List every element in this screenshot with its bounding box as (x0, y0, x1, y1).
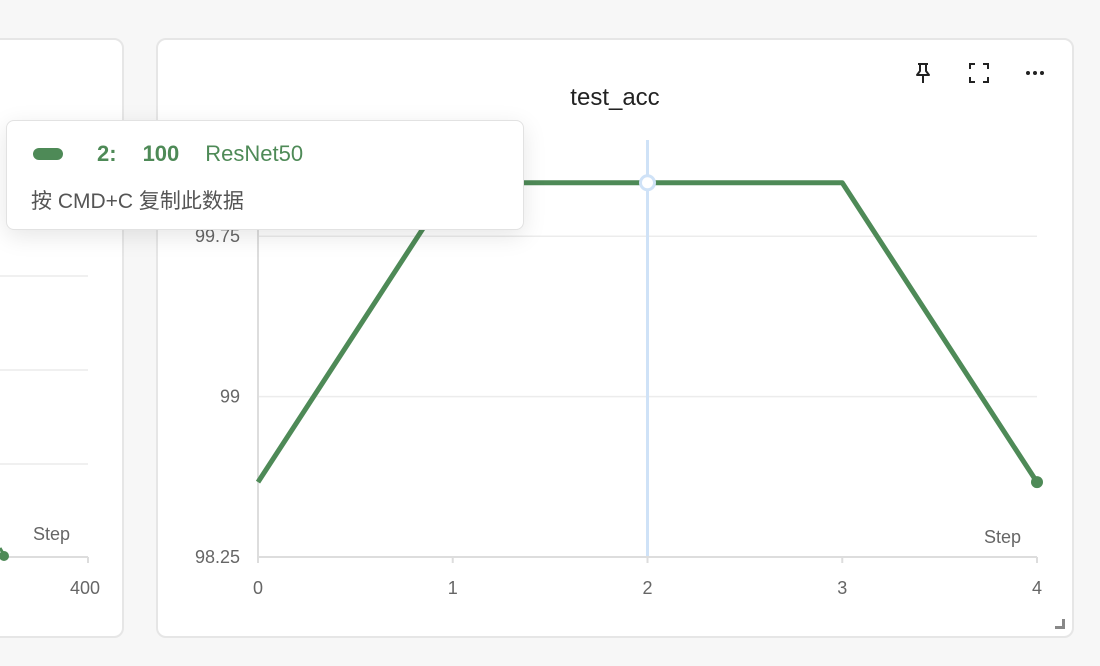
left-x-tick-label: 400 (70, 578, 100, 598)
tooltip-step: 2: (97, 141, 117, 166)
data-tooltip: 2: 100 ResNet50 按 CMD+C 复制此数据 (6, 120, 524, 230)
resize-handle-icon[interactable] (1054, 618, 1066, 630)
left-x-axis-label: Step (33, 524, 70, 544)
x-tick-label: 0 (253, 578, 263, 598)
tooltip-copy-hint: 按 CMD+C 复制此数据 (31, 190, 244, 213)
x-tick-label: 3 (837, 578, 847, 598)
y-tick-label: 99 (220, 387, 240, 407)
tooltip-value: 100 (142, 141, 180, 166)
x-tick-label: 2 (642, 578, 652, 598)
x-axis-label: Step (984, 527, 1021, 547)
y-tick-label: 98.25 (195, 547, 240, 567)
x-tick-label: 1 (448, 578, 458, 598)
left-series-point (0, 551, 9, 561)
tooltip-series-name: ResNet50 (205, 141, 304, 166)
tooltip-series-swatch (33, 148, 63, 160)
hover-point (639, 174, 656, 192)
tooltip-row: 2: 100 ResNet50 (31, 141, 303, 167)
series-end-point (1031, 476, 1043, 489)
x-tick-label: 4 (1032, 578, 1042, 598)
